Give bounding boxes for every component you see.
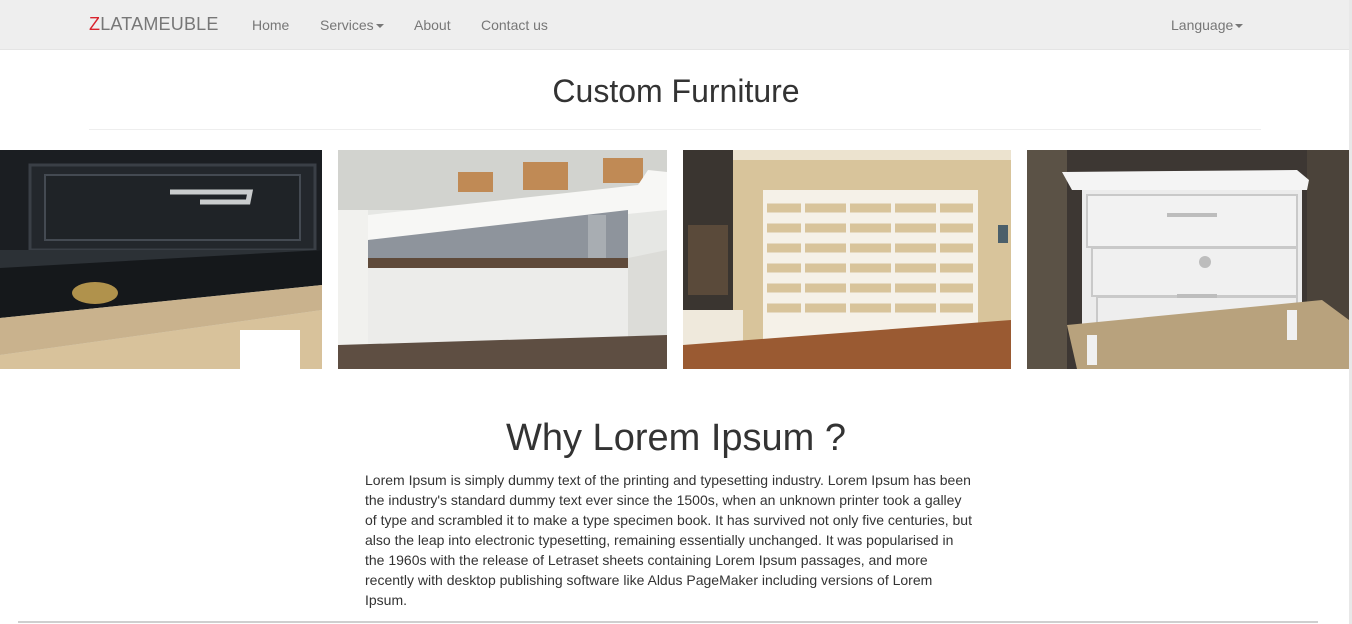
why-paragraph: Lorem Ipsum is simply dummy text of the … <box>365 470 990 610</box>
caret-down-icon <box>1235 24 1244 29</box>
nav-services-label: Services <box>320 17 374 33</box>
why-paragraph-line: recently with desktop publishing softwar… <box>365 572 933 588</box>
why-title: Why Lorem Ipsum ? <box>506 417 846 459</box>
why-paragraph-line: the 1960s with the release of Letraset s… <box>365 552 928 568</box>
brand-initial: Z <box>89 14 101 34</box>
caret-down-icon <box>375 24 384 29</box>
brand-logo[interactable]: ZLATAMEUBLE <box>89 14 219 35</box>
white-counter-photo-icon <box>338 150 667 369</box>
gallery-photo-dark-drawer[interactable] <box>0 150 322 369</box>
nav-about-link[interactable]: About <box>414 17 451 33</box>
bottom-divider <box>18 621 1318 623</box>
language-label: Language <box>1171 17 1234 33</box>
why-paragraph-line: the industry's standard dummy text ever … <box>365 492 962 508</box>
language-dropdown[interactable]: Language <box>1171 17 1244 33</box>
white-dresser-photo-icon <box>1027 150 1349 369</box>
page-title: Custom Furniture <box>552 73 800 109</box>
brand-name: LATAMEUBLE <box>100 14 219 34</box>
why-paragraph-line: Ipsum. <box>365 592 408 608</box>
why-paragraph-line: also the leap into electronic typesettin… <box>365 532 954 548</box>
nav-contact-link[interactable]: Contact us <box>481 17 548 33</box>
dark-drawer-photo-icon <box>0 150 322 369</box>
bookshelf-photo-icon <box>683 150 1011 369</box>
title-divider <box>89 129 1261 130</box>
navbar: ZLATAMEUBLE Home Services About Contact … <box>0 0 1352 50</box>
gallery-photo-bookshelf[interactable] <box>683 150 1011 369</box>
gallery-photo-white-dresser[interactable] <box>1027 150 1349 369</box>
why-paragraph-line: of type and scrambled it to make a type … <box>365 512 972 528</box>
gallery-photo-white-counter[interactable] <box>338 150 667 369</box>
nav-home-link[interactable]: Home <box>252 17 289 33</box>
nav-services-dropdown[interactable]: Services <box>320 17 384 33</box>
why-paragraph-line: Lorem Ipsum is simply dummy text of the … <box>365 472 971 488</box>
